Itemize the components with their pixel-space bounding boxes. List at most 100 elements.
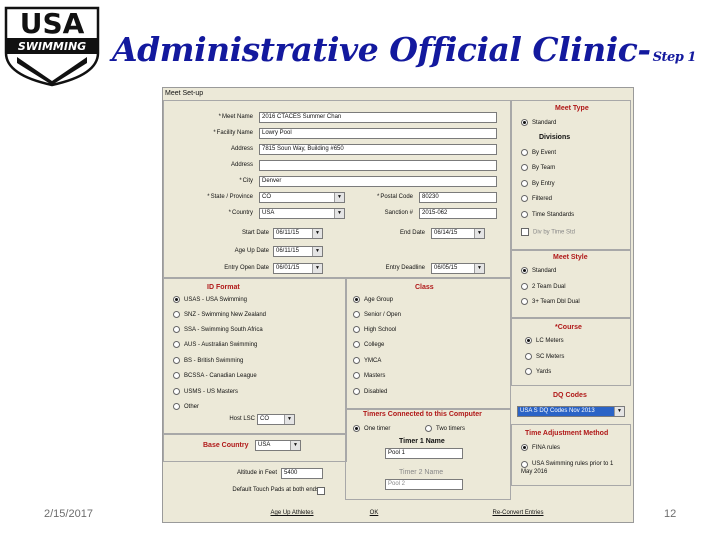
entry-open-date-picker[interactable]: 06/01/15 ▼ (273, 263, 323, 274)
class-ymca-radio[interactable]: YMCA (353, 357, 381, 364)
div-by-time-std-checkbox[interactable]: Div by Time Std (521, 228, 575, 236)
meet-setup-dialog: Meet Set-up *Meet Name 2016 CTACES Summe… (162, 87, 634, 523)
host-lsc-label: Host LSC (229, 416, 255, 422)
timer2-name-field[interactable]: Pool 2 (385, 479, 463, 490)
slide-step-text: Step 1 (652, 50, 697, 65)
division-option-by-team[interactable]: By Team (521, 164, 555, 171)
division-option-by-event[interactable]: By Event (521, 149, 556, 156)
class-disabled-radio[interactable]: Disabled (353, 388, 387, 395)
meet-style-standard-radio[interactable]: Standard (521, 267, 556, 274)
id-format-usas-radio[interactable]: USAS - USA Swimming (173, 296, 247, 303)
entry-open-date-value: 06/01/15 (276, 265, 300, 271)
class-college-radio[interactable]: College (353, 341, 384, 348)
dq-codes-dropdown[interactable]: USA S DQ Codes Nov 2013 ▼ (517, 406, 625, 417)
radio-icon (173, 372, 180, 379)
id-format-aus-radio[interactable]: AUS - Australian Swimming (173, 341, 257, 348)
chevron-down-icon: ▼ (474, 264, 484, 273)
class-age-group-radio[interactable]: Age Group (353, 296, 393, 303)
radio-icon (521, 211, 528, 218)
address-field[interactable]: 7815 Soun Way, Building #650 (259, 144, 497, 155)
logo-swimming-text: SWIMMING (18, 40, 86, 53)
state-value: CO (262, 194, 271, 200)
re-convert-entries-button[interactable]: Re-Convert Entries (463, 508, 573, 519)
radio-selected-icon (353, 425, 360, 432)
class-high-school-radio[interactable]: High School (353, 326, 396, 333)
sanction-label: Sanction # (384, 210, 413, 216)
entry-deadline-value: 06/05/15 (434, 265, 458, 271)
time-adjust-usa-prior-radio[interactable]: USA Swimming rules prior to 1 May 2016 (521, 460, 625, 476)
course-label: LC Meters (536, 338, 564, 345)
timers-title: Timers Connected to this Computer (363, 411, 482, 418)
altitude-label: Altitude in Feet (236, 470, 277, 476)
timer2-name-label: Timer 2 Name (399, 469, 444, 476)
age-up-date-picker[interactable]: 06/11/15 ▼ (273, 246, 323, 257)
division-option-by-entry[interactable]: By Entry (521, 180, 555, 187)
meet-type-standard-radio[interactable]: Standard (521, 119, 556, 126)
id-format-ssa-radio[interactable]: SSA - Swimming South Africa (173, 326, 263, 333)
host-lsc-value: CO (260, 416, 269, 422)
radio-icon (173, 311, 180, 318)
radio-icon (521, 298, 528, 305)
city-field[interactable]: Denver (259, 176, 497, 187)
id-format-label: BS - British Swimming (184, 358, 244, 365)
time-adjust-fina-radio[interactable]: FINA rules (521, 444, 560, 451)
radio-icon (353, 326, 360, 333)
country-label: *Country (228, 210, 253, 216)
id-format-label: Other (184, 404, 200, 411)
dq-codes-title: DQ Codes (553, 392, 587, 399)
division-option-time-standards[interactable]: Time Standards (521, 211, 574, 218)
timer-option-label: Two timers (436, 426, 466, 433)
sanction-field[interactable]: 2015-062 (419, 208, 497, 219)
meet-name-field[interactable]: 2016 CTACES Summer Chan (259, 112, 497, 123)
default-touch-pads-checkbox[interactable] (317, 487, 325, 495)
facility-name-field[interactable]: Lowry Pool (259, 128, 497, 139)
age-up-athletes-button[interactable]: Age Up Athletes (237, 508, 347, 519)
id-format-bs-radio[interactable]: BS - British Swimming (173, 357, 243, 364)
id-format-label: USMS - US Masters (184, 389, 239, 396)
base-country-dropdown[interactable]: USA ▼ (255, 440, 301, 451)
time-adjust-label: USA Swimming rules prior to 1 May 2016 (521, 461, 614, 475)
two-timers-radio[interactable]: Two timers (425, 425, 465, 432)
class-label: High School (364, 327, 397, 334)
course-yards-radio[interactable]: Yards (525, 368, 551, 375)
entry-deadline-picker[interactable]: 06/05/15 ▼ (431, 263, 485, 274)
division-label: By Event (532, 150, 557, 157)
radio-icon (173, 403, 180, 410)
timer1-name-field[interactable]: Pool 1 (385, 448, 463, 459)
radio-icon (353, 311, 360, 318)
class-masters-radio[interactable]: Masters (353, 372, 385, 379)
country-dropdown[interactable]: USA ▼ (259, 208, 345, 219)
end-date-picker[interactable]: 06/14/15 ▼ (431, 228, 485, 239)
id-format-snz-radio[interactable]: SNZ - Swimming New Zealand (173, 311, 266, 318)
meet-type-title: Meet Type (555, 105, 589, 112)
division-option-filtered[interactable]: Filtered (521, 195, 552, 202)
altitude-field[interactable]: 5400 (281, 468, 323, 479)
chevron-down-icon: ▼ (312, 229, 322, 238)
postal-code-field[interactable]: 80230 (419, 192, 497, 203)
course-lc-meters-radio[interactable]: LC Meters (525, 337, 564, 344)
meet-style-3-team-dbl-dual-radio[interactable]: 3+ Team Dbl Dual (521, 298, 580, 305)
slide-title-text: Administrative Official Clinic- (112, 30, 651, 69)
id-format-other-radio[interactable]: Other (173, 403, 199, 410)
id-format-bcssa-radio[interactable]: BCSSA - Canadian League (173, 372, 257, 379)
radio-icon (521, 164, 528, 171)
address2-field[interactable] (259, 160, 497, 171)
dq-codes-value: USA S DQ Codes Nov 2013 (520, 408, 595, 414)
host-lsc-dropdown[interactable]: CO ▼ (257, 414, 295, 425)
start-date-picker[interactable]: 06/11/15 ▼ (273, 228, 323, 239)
course-sc-meters-radio[interactable]: SC Meters (525, 353, 564, 360)
ok-button[interactable]: OK (339, 508, 409, 519)
one-timer-radio[interactable]: One timer (353, 425, 390, 432)
radio-icon (521, 195, 528, 202)
class-senior-open-radio[interactable]: Senior / Open (353, 311, 401, 318)
division-label: Time Standards (532, 212, 575, 219)
radio-icon (353, 372, 360, 379)
id-format-label: BCSSA - Canadian League (184, 373, 257, 380)
class-label: College (364, 342, 385, 349)
radio-icon (521, 283, 528, 290)
id-format-label: SSA - Swimming South Africa (184, 327, 263, 334)
state-dropdown[interactable]: CO ▼ (259, 192, 345, 203)
radio-icon (353, 357, 360, 364)
id-format-usms-radio[interactable]: USMS - US Masters (173, 388, 238, 395)
meet-style-2-team-dual-radio[interactable]: 2 Team Dual (521, 283, 566, 290)
